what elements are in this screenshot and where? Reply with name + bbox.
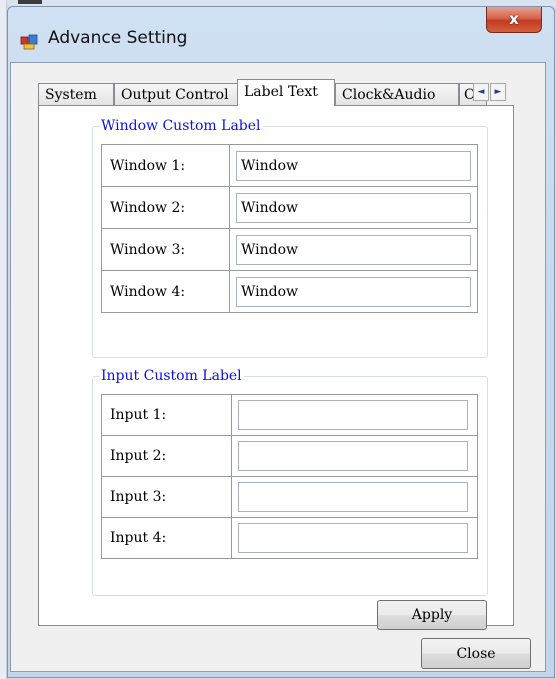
- table-row: Window 1:: [101, 144, 478, 187]
- window-2-label: Window 2:: [101, 186, 230, 229]
- input-4-input[interactable]: [238, 523, 468, 553]
- input-label-table: Input 1: Input 2: Input 3: Input 4:: [101, 394, 478, 559]
- table-row: Window 4:: [101, 270, 478, 313]
- table-row: Window 3:: [101, 228, 478, 271]
- tab-system[interactable]: System: [38, 83, 114, 105]
- window-1-label: Window 1:: [101, 144, 230, 187]
- tab-label: Label Text: [244, 84, 318, 100]
- window-2-input[interactable]: [236, 192, 471, 223]
- app-window-icon: [20, 34, 38, 50]
- window-1-cell: [229, 144, 478, 187]
- input-3-cell: [231, 476, 478, 518]
- close-icon: x: [509, 10, 519, 28]
- apply-button[interactable]: Apply: [377, 600, 487, 630]
- input-1-input[interactable]: [238, 400, 468, 430]
- tab-strip: System Output Control Label Text Clock&A…: [38, 79, 514, 106]
- window-3-cell: [229, 228, 478, 271]
- table-row: Window 2:: [101, 186, 478, 229]
- tab-output-control[interactable]: Output Control: [114, 83, 238, 105]
- tab-label: Clock&Audio: [342, 87, 436, 103]
- tab-clock-audio[interactable]: Clock&Audio: [335, 83, 459, 105]
- window-custom-label-legend: Window Custom Label: [99, 117, 263, 135]
- table-row: Input 1:: [101, 394, 478, 436]
- tab-label: Output Control: [121, 87, 229, 103]
- window-4-input[interactable]: [236, 276, 471, 307]
- input-1-cell: [231, 394, 478, 436]
- window-1-input[interactable]: [236, 150, 471, 181]
- title-close-button[interactable]: x: [486, 7, 542, 33]
- tab-label: System: [45, 87, 97, 103]
- input-2-input[interactable]: [238, 441, 468, 471]
- input-4-label: Input 4:: [101, 517, 232, 559]
- window-3-label: Window 3:: [101, 228, 230, 271]
- tab-label-text[interactable]: Label Text: [237, 79, 335, 106]
- input-2-cell: [231, 435, 478, 477]
- background-window-edge-left: [0, 0, 7, 679]
- window-4-label: Window 4:: [101, 270, 230, 313]
- advance-setting-dialog: Advance Setting x System Output Control …: [7, 6, 555, 678]
- tab-scroll-right-button[interactable]: ►: [490, 83, 506, 101]
- input-2-label: Input 2:: [101, 435, 232, 477]
- table-row: Input 2:: [101, 435, 478, 477]
- window-label-table: Window 1: Window 2: Window 3:: [101, 144, 478, 313]
- table-row: Input 3:: [101, 476, 478, 518]
- chevron-left-icon: ◄: [477, 87, 485, 97]
- input-custom-label-legend: Input Custom Label: [99, 367, 244, 385]
- window-title: Advance Setting: [48, 28, 188, 48]
- input-3-label: Input 3:: [101, 476, 232, 518]
- input-3-input[interactable]: [238, 482, 468, 512]
- title-bar[interactable]: Advance Setting x: [8, 7, 554, 63]
- chevron-right-icon: ►: [494, 87, 502, 97]
- window-4-cell: [229, 270, 478, 313]
- input-1-label: Input 1:: [101, 394, 232, 436]
- window-3-input[interactable]: [236, 234, 471, 265]
- tab-scroll-left-button[interactable]: ◄: [473, 83, 489, 101]
- tab-page-label-text: Window Custom Label Window 1: Window 2: …: [38, 105, 514, 630]
- table-row: Input 4:: [101, 517, 478, 559]
- dialog-client-area: System Output Control Label Text Clock&A…: [10, 62, 546, 672]
- input-4-cell: [231, 517, 478, 559]
- background-window-edge: [18, 0, 42, 4]
- window-2-cell: [229, 186, 478, 229]
- close-button[interactable]: Close: [421, 638, 531, 669]
